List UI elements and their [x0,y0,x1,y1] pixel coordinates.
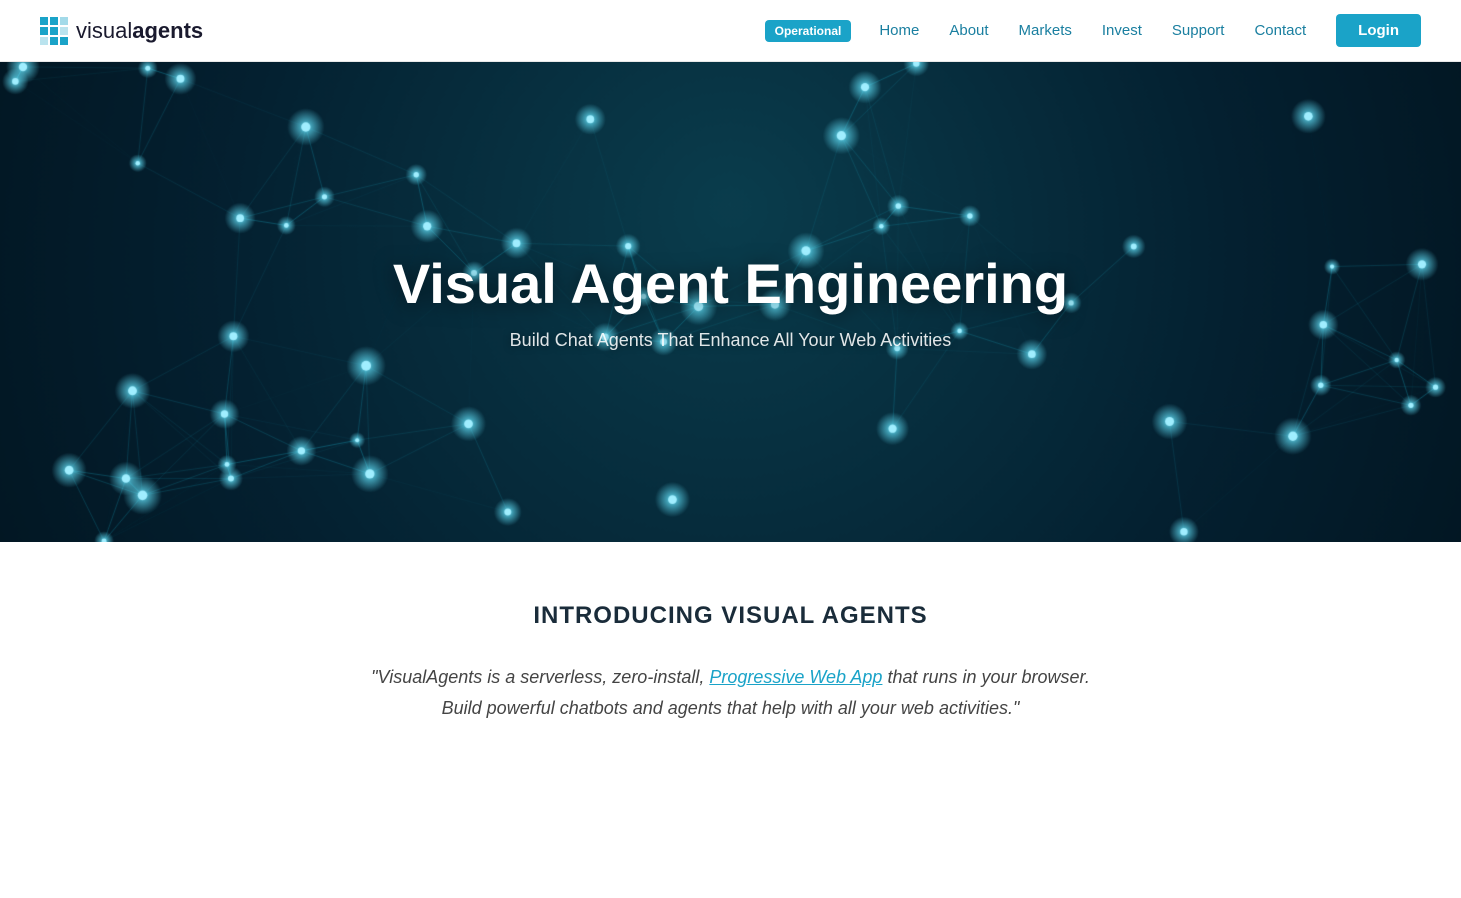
header: visualagents Operational Home About Mark… [0,0,1461,62]
intro-text: "VisualAgents is a serverless, zero-inst… [351,662,1111,723]
intro-text-before-link: "VisualAgents is a serverless, zero-inst… [371,667,709,687]
hero-section: Visual Agent Engineering Build Chat Agen… [0,62,1461,542]
hero-subtitle: Build Chat Agents That Enhance All Your … [393,330,1068,351]
logo-grid-icon [40,17,68,45]
logo-agents: agents [132,18,203,43]
logo-visual: visual [76,18,132,43]
logo-text: visualagents [76,18,203,44]
hero-title: Visual Agent Engineering [393,253,1068,315]
nav-contact[interactable]: Contact [1242,16,1318,45]
intro-pwa-link[interactable]: Progressive Web App [709,667,882,687]
login-button[interactable]: Login [1336,14,1421,47]
nav-home[interactable]: Home [867,16,931,45]
hero-content: Visual Agent Engineering Build Chat Agen… [393,253,1068,352]
nav-about[interactable]: About [937,16,1000,45]
main-nav: Operational Home About Markets Invest Su… [765,14,1421,47]
nav-markets[interactable]: Markets [1007,16,1084,45]
intro-heading: INTRODUCING VISUAL AGENTS [351,602,1111,630]
intro-section: INTRODUCING VISUAL AGENTS "VisualAgents … [331,542,1131,763]
nav-invest[interactable]: Invest [1090,16,1154,45]
status-badge: Operational [765,20,852,42]
logo[interactable]: visualagents [40,17,203,45]
nav-support[interactable]: Support [1160,16,1237,45]
